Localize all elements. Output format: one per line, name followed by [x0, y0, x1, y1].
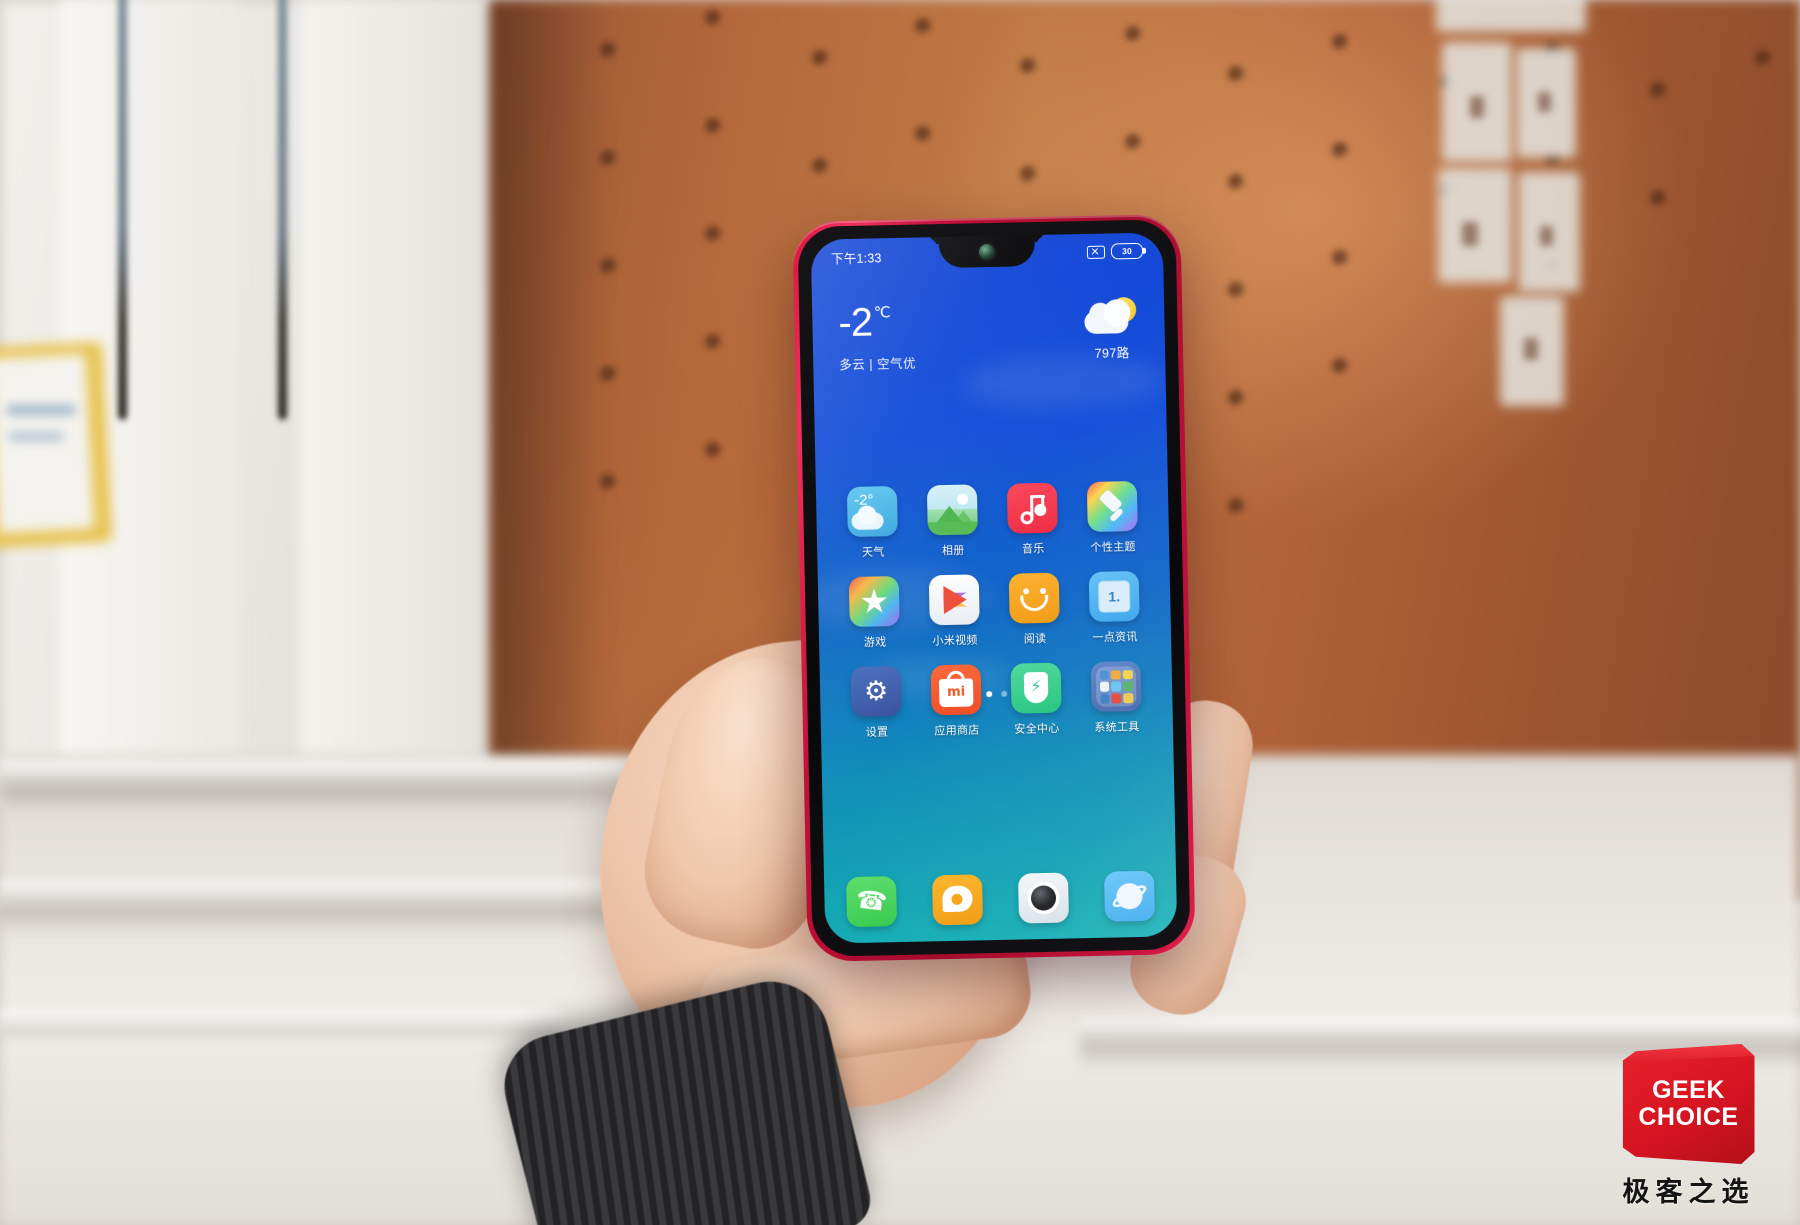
browser-globe-icon[interactable] [1103, 870, 1156, 922]
watermark: GEEK CHOICE 极客之选 [1601, 1044, 1776, 1209]
app-row-2: ★ 游戏 小米视频 阅读 1. 一点资讯 [838, 570, 1152, 651]
weather-temperature: -2 [837, 300, 873, 346]
app-system-tools[interactable]: 系统工具 [1080, 660, 1154, 735]
battery-level: 30 [1121, 245, 1132, 256]
reading-smiley-icon [1008, 572, 1060, 624]
app-label: 设置 [865, 726, 889, 739]
phone-screen[interactable]: 下午1:33 30 -2 ℃ 多云 | 空气优 797路 -2° 天气 相册 音… [810, 232, 1178, 944]
app-label: 安全中心 [1014, 722, 1060, 736]
themes-icon [1086, 480, 1138, 533]
app-label: 游戏 [863, 636, 887, 649]
app-security[interactable]: ⚡ 安全中心 [1000, 662, 1074, 736]
phone-bezel: 下午1:33 30 -2 ℃ 多云 | 空气优 797路 -2° 天气 相册 音… [797, 219, 1191, 957]
app-label: 天气 [861, 546, 885, 559]
app-weather[interactable]: -2° 天气 [836, 486, 910, 560]
battery-icon: 30 [1110, 242, 1144, 260]
partly-cloudy-icon [1084, 296, 1139, 338]
app-label: 一点资讯 [1092, 631, 1138, 644]
dock: ☎ [824, 870, 1177, 928]
mi-video-play-icon [928, 574, 980, 626]
app-label: 个性主题 [1090, 541, 1136, 554]
sign-text-blur [6, 405, 76, 415]
app-label: 系统工具 [1094, 720, 1140, 734]
sign-text-blur [8, 432, 64, 441]
system-tools-folder-icon [1090, 660, 1142, 712]
no-sim-icon [1086, 245, 1106, 259]
logo-line-2: CHOICE [1638, 1103, 1739, 1131]
camera-lens-icon[interactable] [1017, 872, 1070, 924]
settings-gear-icon: ⚙ [850, 665, 902, 718]
music-icon [1006, 482, 1058, 534]
wall-sign-top [1436, 0, 1586, 32]
weather-unit: ℃ [873, 304, 890, 322]
screenshot-scene: 下午1:33 30 -2 ℃ 多云 | 空气优 797路 -2° 天气 相册 音… [0, 0, 1800, 1225]
status-time: 下午1:33 [830, 250, 882, 266]
page-dot[interactable] [1000, 690, 1007, 697]
app-games[interactable]: ★ 游戏 [838, 575, 912, 650]
hanging-pole [118, 0, 127, 420]
logo-line-1: GEEK [1652, 1076, 1725, 1104]
status-icons: 30 [1086, 242, 1144, 260]
geek-choice-logo: GEEK CHOICE [1622, 1044, 1755, 1164]
app-label: 相册 [941, 544, 965, 558]
app-label: 音乐 [1021, 542, 1045, 556]
status-bar: 下午1:33 30 [811, 238, 1163, 269]
message-bubble-icon[interactable] [932, 874, 984, 926]
watermark-chinese: 极客之选 [1622, 1177, 1755, 1207]
yidian-news-icon: 1. [1088, 570, 1140, 623]
app-row-3: ⚙ 设置 mi 应用商店 ⚡ 安全中心 系统工具 [840, 660, 1154, 741]
yellow-sign-paper [0, 353, 95, 534]
hanging-pole [278, 0, 287, 420]
app-store-bag-icon: mi [930, 664, 982, 716]
app-music[interactable]: 音乐 [996, 482, 1070, 556]
app-gallery[interactable]: 相册 [916, 484, 990, 558]
app-reading[interactable]: 阅读 [998, 572, 1072, 646]
app-yidian-news[interactable]: 1. 一点资讯 [1078, 570, 1152, 645]
app-settings[interactable]: ⚙ 设置 [840, 665, 914, 740]
app-themes[interactable]: 个性主题 [1076, 480, 1150, 555]
app-mi-video[interactable]: 小米视频 [918, 574, 992, 648]
smartphone: 下午1:33 30 -2 ℃ 多云 | 空气优 797路 -2° 天气 相册 音… [792, 214, 1196, 962]
weather-left: -2 ℃ 多云 | 空气优 [837, 300, 917, 374]
app-grid: -2° 天气 相册 音乐 个性主题 ★ 游戏 小米视频 阅读 1. 一点资讯 ⚙… [816, 480, 1174, 757]
weather-temperature-block: -2 ℃ [837, 300, 916, 346]
gallery-icon [926, 484, 978, 536]
bus-route-label: 797路 [1094, 346, 1130, 361]
app-label: 应用商店 [934, 724, 980, 738]
weather-condition: 多云 | 空气优 [839, 356, 917, 373]
app-label: 小米视频 [932, 634, 978, 648]
weather-right[interactable]: 797路 [1084, 296, 1139, 362]
app-store[interactable]: mi 应用商店 [920, 664, 994, 738]
app-row-1: -2° 天气 相册 音乐 个性主题 [836, 480, 1150, 561]
weather-icon: -2° [846, 486, 898, 538]
weather-widget[interactable]: -2 ℃ 多云 | 空气优 797路 [812, 296, 1165, 373]
games-star-icon: ★ [848, 575, 900, 628]
security-shield-icon: ⚡ [1010, 662, 1062, 714]
phone-icon[interactable]: ☎ [846, 876, 898, 928]
app-label: 阅读 [1023, 632, 1047, 646]
door-panel-right [300, 0, 510, 800]
page-dot-active[interactable] [985, 691, 992, 698]
